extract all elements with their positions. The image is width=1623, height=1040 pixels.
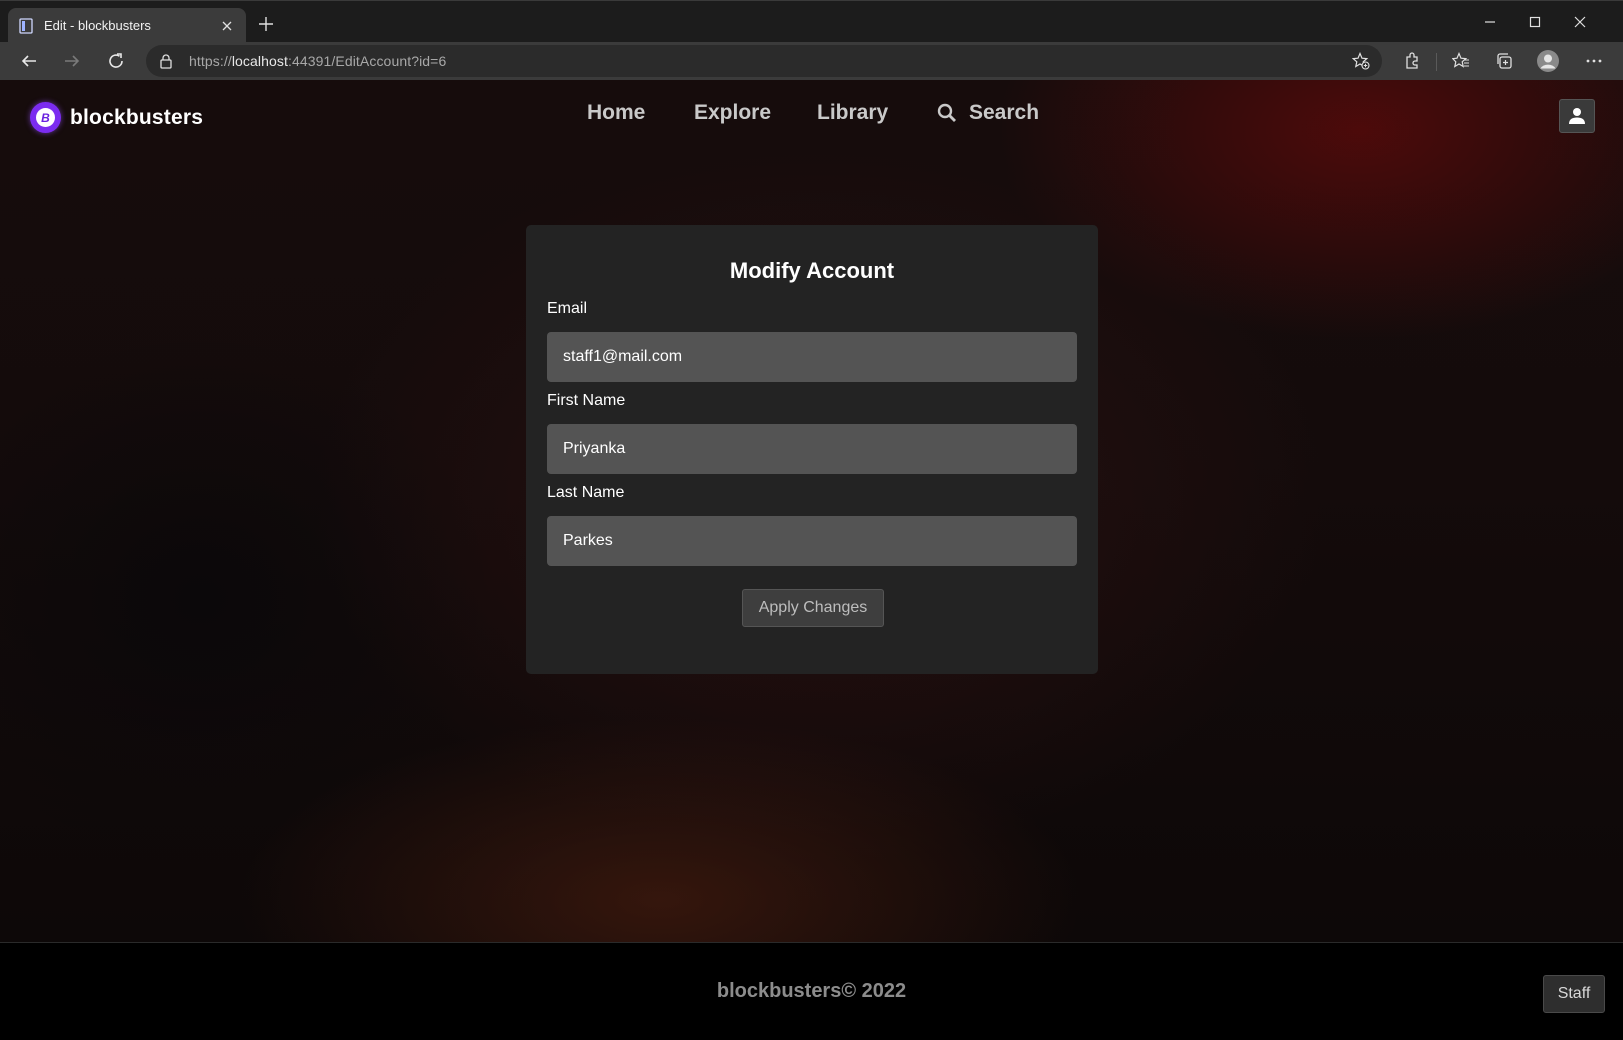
close-tab-icon[interactable] [218,17,236,35]
favorites-icon[interactable] [1446,46,1476,76]
nav-library[interactable]: Library [817,101,888,125]
email-field[interactable] [547,332,1077,382]
toolbar-divider [1436,53,1437,71]
form-title: Modify Account [729,258,895,283]
browser-toolbar: https://localhost:44391/EditAccount?id=6 [0,42,1623,80]
apply-changes-button[interactable]: Apply Changes [742,589,884,627]
first-name-field[interactable] [547,424,1077,474]
lock-icon[interactable] [158,53,174,69]
url-host: localhost [231,53,288,69]
page-content: B blockbusters Home Explore Library Sear… [0,80,1623,942]
reload-icon[interactable] [101,46,131,76]
last-name-field[interactable] [547,516,1077,566]
brand-name: blockbusters [70,105,204,129]
add-favorite-icon[interactable] [1351,51,1370,70]
page-icon [18,17,34,34]
back-icon[interactable] [14,46,44,76]
user-menu-button[interactable] [1559,99,1595,133]
nav-explore[interactable]: Explore [694,101,771,125]
maximize-icon[interactable] [1515,7,1555,37]
browser-tab-strip: Edit - blockbusters [0,0,1623,43]
site-logo[interactable]: B blockbusters [30,102,203,133]
footer-copyright: blockbusters© 2022 [716,980,907,1002]
user-icon [1569,108,1585,124]
minimize-icon[interactable] [1470,7,1510,37]
profile-avatar-icon[interactable] [1533,46,1563,76]
staff-button[interactable]: Staff [1543,975,1605,1013]
forward-icon[interactable] [57,46,87,76]
url-text: https://localhost:44391/EditAccount?id=6 [189,53,446,69]
nav-search-label: Search [969,101,1040,124]
extensions-icon[interactable] [1397,46,1427,76]
more-menu-icon[interactable] [1579,46,1609,76]
collections-icon[interactable] [1489,46,1519,76]
modify-account-form: Modify Account Email First Name Last Nam… [526,225,1098,674]
new-tab-icon[interactable] [255,13,277,35]
site-footer: blockbusters© 2022 Staff [0,942,1623,1040]
email-label: Email [547,300,588,317]
logo-letter: B [36,108,55,127]
close-window-icon[interactable] [1560,7,1600,37]
last-name-label: Last Name [547,484,625,501]
nav-home[interactable]: Home [587,101,645,125]
url-scheme: https:// [189,53,232,69]
nav-search[interactable]: Search [937,101,1039,125]
search-icon [937,103,956,122]
logo-mark: B [30,102,61,133]
browser-tab[interactable]: Edit - blockbusters [8,8,246,43]
address-bar[interactable]: https://localhost:44391/EditAccount?id=6 [146,45,1382,77]
url-path: :44391/EditAccount?id=6 [287,53,447,69]
first-name-label: First Name [547,392,626,409]
tab-title: Edit - blockbusters [44,18,151,33]
